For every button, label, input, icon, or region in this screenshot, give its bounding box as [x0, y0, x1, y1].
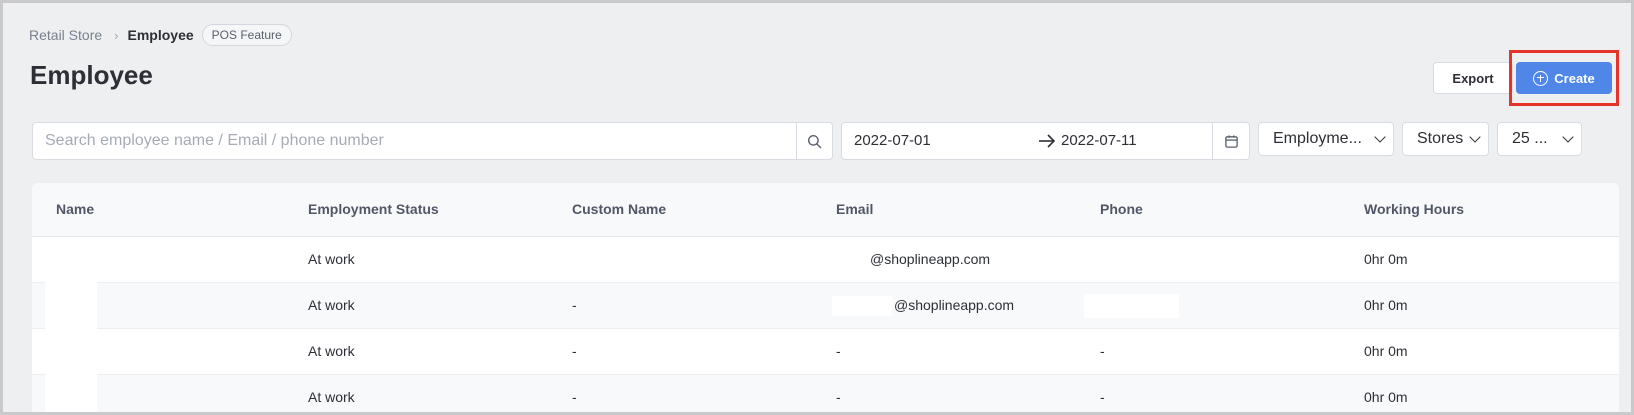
- employment-dropdown[interactable]: Employme...: [1258, 122, 1394, 156]
- breadcrumb: Retail Store › Employee POS Feature: [29, 24, 292, 46]
- create-button[interactable]: Create: [1516, 62, 1612, 94]
- create-button-label: Create: [1554, 70, 1595, 86]
- search-input[interactable]: [33, 123, 796, 159]
- search-icon: [807, 134, 822, 148]
- cell-custom-name: -: [560, 374, 824, 412]
- cell-working-hours: 0hr 0m: [1352, 236, 1619, 283]
- cell-custom-name: -: [560, 282, 824, 329]
- redacted-block: [570, 251, 613, 268]
- pos-feature-badge: POS Feature: [201, 24, 292, 46]
- date-range-picker[interactable]: 2022-07-01 2022-07-11: [841, 122, 1250, 160]
- table-row[interactable]: At work @shoplineapp.com 0hr 0m: [32, 236, 1619, 283]
- redacted-block: [1084, 293, 1179, 318]
- table-row[interactable]: At work - - - 0hr 0m: [32, 374, 1619, 412]
- column-header-custom-name[interactable]: Custom Name: [560, 183, 824, 237]
- cell-phone: -: [1088, 374, 1352, 412]
- search-box: [32, 122, 833, 160]
- stores-dropdown-label: Stores: [1417, 130, 1464, 147]
- calendar-icon: [1224, 134, 1238, 148]
- search-button[interactable]: [796, 123, 832, 159]
- column-header-email[interactable]: Email: [824, 183, 1088, 237]
- cell-phone: -: [1088, 328, 1352, 375]
- cell-email: -: [824, 374, 1088, 412]
- cell-status: At work: [296, 236, 560, 283]
- column-header-name[interactable]: Name: [32, 183, 296, 237]
- table-row[interactable]: At work - - - 0hr 0m: [32, 328, 1619, 375]
- breadcrumb-current: Employee: [127, 27, 194, 43]
- page-size-dropdown[interactable]: 25 ...: [1497, 122, 1582, 156]
- breadcrumb-retail-store[interactable]: Retail Store: [29, 27, 102, 43]
- cell-email: @shoplineapp.com: [824, 282, 1088, 329]
- stores-dropdown[interactable]: Stores: [1402, 122, 1489, 156]
- table-header-row: Name Employment Status Custom Name Email…: [32, 183, 1619, 237]
- cell-phone: [1080, 236, 1352, 283]
- cell-working-hours: 0hr 0m: [1352, 328, 1619, 375]
- cell-email: -: [824, 328, 1088, 375]
- cell-working-hours: 0hr 0m: [1352, 374, 1619, 412]
- cell-custom-name: -: [560, 328, 824, 375]
- cell-status: At work: [296, 328, 560, 375]
- calendar-button[interactable]: [1212, 123, 1249, 159]
- cell-phone: [1084, 282, 1352, 329]
- page-size-dropdown-label: 25 ...: [1512, 130, 1548, 147]
- cell-status: At work: [296, 282, 560, 329]
- employment-dropdown-label: Employme...: [1273, 130, 1362, 147]
- arrow-right-icon: [1039, 134, 1056, 148]
- redacted-block: [832, 295, 892, 316]
- redacted-name-block: [45, 241, 97, 412]
- redacted-block: [822, 248, 868, 271]
- cell-status: At work: [296, 374, 560, 412]
- app-frame: Retail Store › Employee POS Feature Empl…: [0, 0, 1634, 415]
- employee-table: Name Employment Status Custom Name Email…: [32, 183, 1619, 412]
- redacted-block: [1080, 246, 1177, 273]
- page-title: Employee: [30, 60, 153, 90]
- date-start[interactable]: 2022-07-01: [854, 132, 931, 149]
- cell-email: @shoplineapp.com: [822, 236, 1088, 283]
- cell-custom-name: [560, 236, 824, 283]
- date-end[interactable]: 2022-07-11: [1061, 132, 1137, 149]
- chevron-down-icon: [1469, 131, 1481, 143]
- chevron-down-icon: [1562, 131, 1574, 143]
- column-header-employment-status[interactable]: Employment Status: [296, 183, 560, 237]
- export-button[interactable]: Export: [1433, 62, 1513, 94]
- table-row[interactable]: At work - @shoplineapp.com 0hr 0m: [32, 282, 1619, 329]
- cell-working-hours: 0hr 0m: [1352, 282, 1619, 329]
- plus-circle-icon: [1533, 70, 1549, 86]
- chevron-right-icon: ›: [114, 27, 119, 43]
- column-header-phone[interactable]: Phone: [1088, 183, 1352, 237]
- column-header-working-hours[interactable]: Working Hours: [1352, 183, 1619, 237]
- chevron-down-icon: [1374, 131, 1386, 143]
